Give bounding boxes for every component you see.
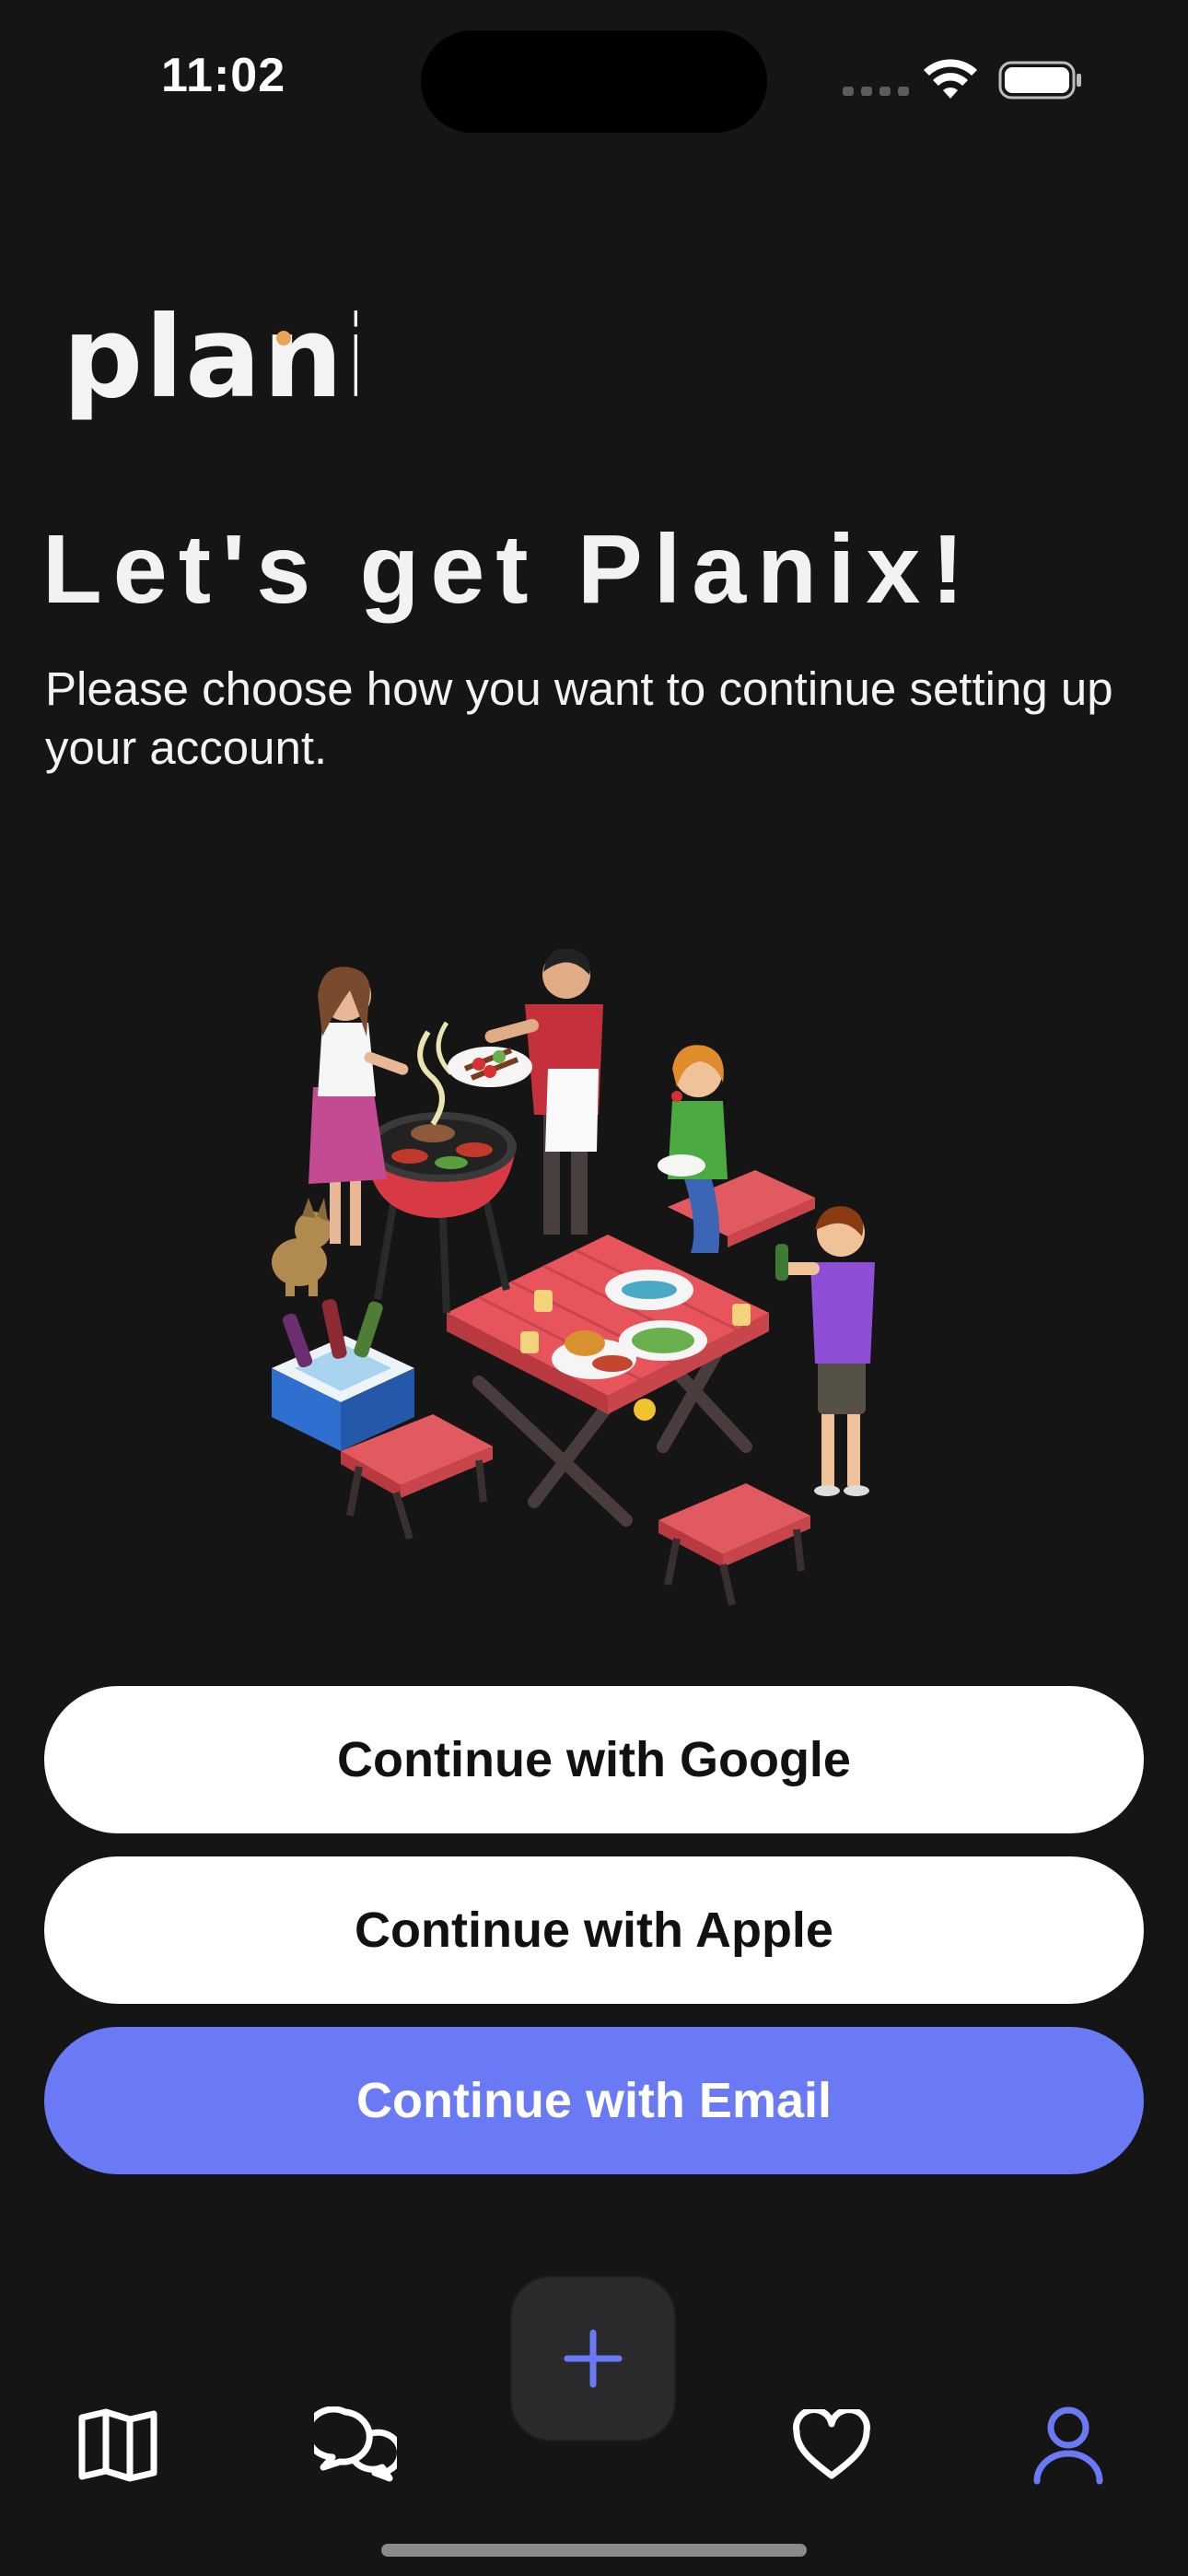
tab-map[interactable]: [72, 2399, 164, 2491]
continue-with-email-button[interactable]: Continue with Email: [44, 2027, 1144, 2174]
boy-standing: [775, 1206, 875, 1496]
tab-chat[interactable]: [309, 2399, 402, 2491]
continue-with-apple-button[interactable]: Continue with Apple: [44, 1856, 1144, 2004]
heart-icon: [793, 2409, 870, 2479]
svg-text:planix: planix: [63, 304, 357, 423]
wifi-icon: [924, 59, 977, 99]
map-icon: [78, 2408, 157, 2482]
plus-icon: [564, 2329, 623, 2388]
home-indicator: [381, 2544, 807, 2557]
cooler: [272, 1299, 414, 1451]
cellular-signal-icon: [843, 87, 909, 96]
logo-accent-dot: [276, 331, 291, 345]
bbq-picnic-illustration: [272, 949, 875, 1606]
planix-logo: planix: [63, 304, 357, 423]
tab-favorites[interactable]: [786, 2399, 878, 2491]
page-title: Let's get Planix!: [42, 515, 975, 624]
battery-icon: [998, 61, 1081, 100]
chat-icon: [314, 2406, 397, 2482]
dynamic-island: [421, 30, 767, 133]
woman-eating: [658, 1045, 728, 1253]
profile-icon: [1033, 2406, 1103, 2485]
status-time: 11:02: [161, 49, 286, 102]
right-bench: [658, 1483, 810, 1606]
page-subtitle: Please choose how you want to continue s…: [45, 662, 1113, 774]
dog: [272, 1198, 332, 1296]
continue-with-google-button[interactable]: Continue with Google: [44, 1686, 1144, 1833]
tab-profile[interactable]: [1022, 2399, 1114, 2491]
create-plan-button[interactable]: [512, 2277, 674, 2440]
